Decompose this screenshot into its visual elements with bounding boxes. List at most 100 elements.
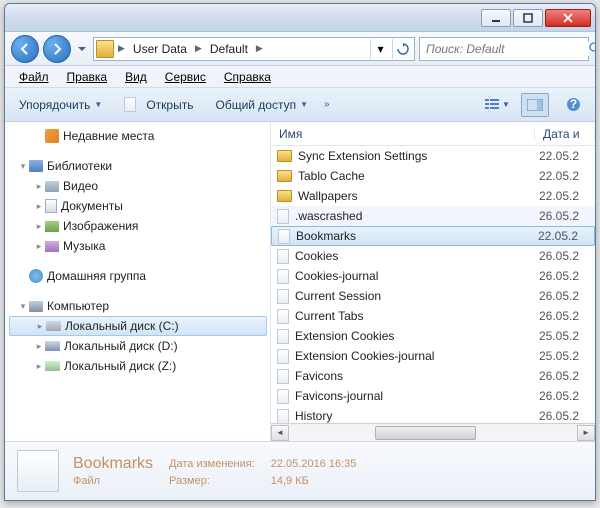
file-name: .wascrashed: [295, 209, 539, 223]
file-row[interactable]: Extension Cookies25.05.2: [271, 326, 595, 346]
view-mode-button[interactable]: ▼: [483, 93, 511, 117]
details-modified-label: Дата изменения:: [169, 458, 255, 470]
details-filename: Bookmarks: [73, 455, 153, 473]
file-icon: [277, 309, 289, 324]
file-row[interactable]: Cookies-journal26.05.2: [271, 266, 595, 286]
folder-icon: [277, 190, 292, 202]
file-date: 26.05.2: [539, 309, 595, 323]
details-size-label: Размер:: [169, 475, 255, 487]
refresh-icon[interactable]: [392, 39, 412, 59]
file-icon: [277, 269, 289, 284]
chevron-right-icon[interactable]: ▶: [116, 43, 127, 54]
chevron-down-icon[interactable]: ▾: [370, 39, 390, 59]
scroll-thumb[interactable]: [375, 426, 476, 440]
nav-toolbar: ▶ User Data ▶ Default ▶ ▾: [5, 32, 595, 66]
music-icon: [45, 241, 59, 252]
open-button[interactable]: Открыть: [118, 94, 199, 115]
overflow-button[interactable]: »: [324, 99, 330, 110]
tree-label: Видео: [63, 179, 98, 193]
history-dropdown[interactable]: [75, 37, 89, 61]
file-row[interactable]: Current Session26.05.2: [271, 286, 595, 306]
horizontal-scrollbar[interactable]: ◄ ►: [271, 423, 595, 441]
file-name: Extension Cookies-journal: [295, 349, 539, 363]
tree-drive-c[interactable]: ▸Локальный диск (C:): [9, 316, 267, 336]
chevron-right-icon[interactable]: ▶: [193, 43, 204, 54]
file-row[interactable]: Extension Cookies-journal25.05.2: [271, 346, 595, 366]
folder-icon: [277, 150, 292, 162]
document-icon: [45, 199, 57, 213]
homegroup-icon: [29, 269, 43, 283]
file-row[interactable]: Cookies26.05.2: [271, 246, 595, 266]
tree-label: Недавние места: [63, 129, 154, 143]
file-icon: [277, 209, 289, 224]
file-row[interactable]: Sync Extension Settings22.05.2: [271, 146, 595, 166]
back-button[interactable]: [11, 35, 39, 63]
file-row[interactable]: Bookmarks22.05.2: [271, 226, 595, 246]
help-button[interactable]: ?: [559, 93, 587, 117]
close-button[interactable]: [545, 9, 591, 27]
file-thumbnail: [17, 450, 59, 492]
file-row[interactable]: Wallpapers22.05.2: [271, 186, 595, 206]
file-date: 26.05.2: [539, 269, 595, 283]
file-row[interactable]: Favicons-journal26.05.2: [271, 386, 595, 406]
file-row[interactable]: Tablo Cache22.05.2: [271, 166, 595, 186]
breadcrumb-item[interactable]: User Data: [129, 42, 191, 56]
menu-view[interactable]: Вид: [117, 68, 155, 86]
file-row[interactable]: .wascrashed26.05.2: [271, 206, 595, 226]
menu-help[interactable]: Справка: [216, 68, 279, 86]
file-icon: [277, 249, 289, 264]
file-name: Cookies-journal: [295, 269, 539, 283]
column-date[interactable]: Дата и: [535, 127, 595, 141]
drive-icon: [45, 341, 60, 351]
folder-icon: [96, 40, 114, 58]
file-date: 26.05.2: [539, 369, 595, 383]
search-box[interactable]: [419, 37, 589, 61]
tree-pictures[interactable]: ▸Изображения: [9, 216, 267, 236]
tree-drive-d[interactable]: ▸Локальный диск (D:): [9, 336, 267, 356]
tree-homegroup[interactable]: Домашняя группа: [9, 266, 267, 286]
breadcrumb-item[interactable]: Default: [206, 42, 252, 56]
search-icon[interactable]: [589, 42, 596, 55]
search-input[interactable]: [420, 42, 589, 56]
tree-recent-places[interactable]: Недавние места: [9, 126, 267, 146]
address-bar[interactable]: ▶ User Data ▶ Default ▶ ▾: [93, 37, 415, 61]
file-date: 25.05.2: [539, 329, 595, 343]
file-icon: [277, 369, 289, 384]
file-date: 25.05.2: [539, 349, 595, 363]
tree-label: Библиотеки: [47, 159, 112, 173]
file-row[interactable]: Favicons26.05.2: [271, 366, 595, 386]
file-name: Favicons: [295, 369, 539, 383]
file-date: 22.05.2: [539, 169, 595, 183]
minimize-button[interactable]: [481, 9, 511, 27]
tree-documents[interactable]: ▸Документы: [9, 196, 267, 216]
file-row[interactable]: Current Tabs26.05.2: [271, 306, 595, 326]
tree-music[interactable]: ▸Музыка: [9, 236, 267, 256]
file-date: 26.05.2: [539, 409, 595, 423]
scroll-left-button[interactable]: ◄: [271, 425, 289, 441]
file-icon: [278, 229, 290, 244]
navigation-tree[interactable]: Недавние места ▾Библиотеки ▸Видео ▸Докум…: [5, 122, 267, 441]
share-button[interactable]: Общий доступ▼: [209, 95, 314, 115]
tree-drive-z[interactable]: ▸Локальный диск (Z:): [9, 356, 267, 376]
file-row[interactable]: History26.05.2: [271, 406, 595, 423]
chevron-right-icon[interactable]: ▶: [254, 43, 265, 54]
column-header: Имя Дата и: [271, 122, 595, 146]
tree-libraries[interactable]: ▾Библиотеки: [9, 156, 267, 176]
organize-button[interactable]: Упорядочить▼: [13, 95, 108, 115]
forward-button[interactable]: [43, 35, 71, 63]
scroll-right-button[interactable]: ►: [577, 425, 595, 441]
maximize-button[interactable]: [513, 9, 543, 27]
tree-computer[interactable]: ▾Компьютер: [9, 296, 267, 316]
file-name: Tablo Cache: [298, 169, 539, 183]
menu-tools[interactable]: Сервис: [157, 68, 214, 86]
scroll-track[interactable]: [289, 425, 577, 441]
details-modified-value: 22.05.2016 16:35: [271, 458, 357, 470]
tree-videos[interactable]: ▸Видео: [9, 176, 267, 196]
column-name[interactable]: Имя: [271, 127, 535, 141]
file-name: Favicons-journal: [295, 389, 539, 403]
preview-pane-button[interactable]: [521, 93, 549, 117]
menu-edit[interactable]: Правка: [59, 68, 116, 86]
command-toolbar: Упорядочить▼ Открыть Общий доступ▼ » ▼ ?: [5, 88, 595, 122]
file-list[interactable]: Sync Extension Settings22.05.2Tablo Cach…: [271, 146, 595, 423]
menu-file[interactable]: Файл: [11, 68, 57, 86]
